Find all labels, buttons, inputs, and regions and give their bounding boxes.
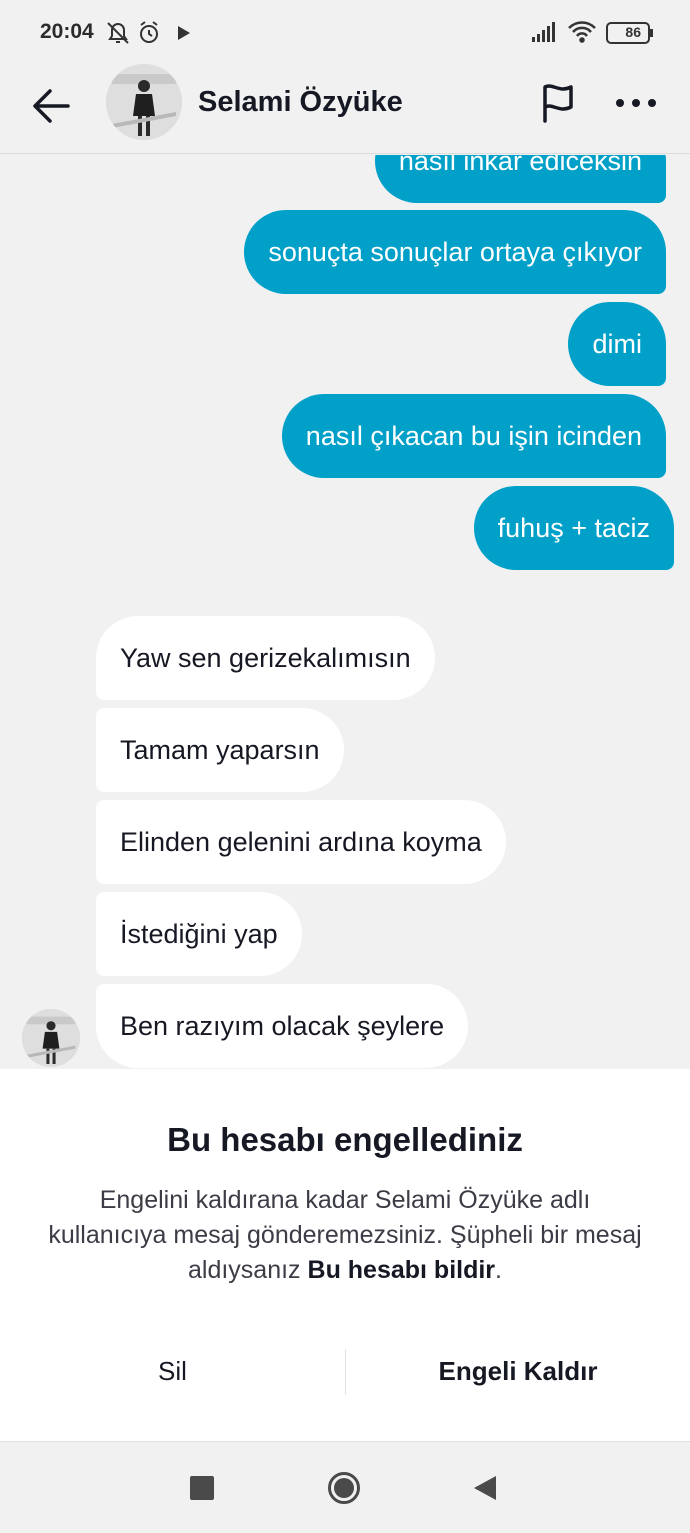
avatar-image bbox=[106, 64, 182, 140]
back-arrow-icon[interactable] bbox=[30, 84, 74, 128]
status-bar: 20:04 86 bbox=[0, 0, 690, 64]
sender-avatar-image bbox=[22, 1009, 80, 1067]
blocked-panel: Bu hesabı engellediniz Engelini kaldıran… bbox=[0, 1069, 690, 1441]
battery-level: 86 bbox=[625, 24, 641, 40]
message-outgoing[interactable]: fuhuş + taciz bbox=[473, 486, 674, 570]
report-account-link[interactable]: Bu hesabı bildir bbox=[308, 1256, 496, 1284]
message-incoming[interactable]: İstediğini yap bbox=[96, 892, 302, 976]
chat-header: Selami Özyüke bbox=[0, 64, 690, 154]
status-left-icons bbox=[107, 21, 190, 44]
play-store-icon bbox=[178, 26, 190, 40]
nav-back-icon[interactable] bbox=[472, 1474, 498, 1502]
signal-icon bbox=[532, 22, 555, 42]
more-icon[interactable] bbox=[614, 90, 658, 116]
unblock-button[interactable]: Engeli Kaldır bbox=[346, 1341, 690, 1401]
message-outgoing[interactable]: dimi bbox=[568, 302, 666, 386]
delete-button[interactable]: Sil bbox=[0, 1341, 345, 1401]
blocked-description: Engelini kaldırana kadar Selami Özyüke a… bbox=[40, 1183, 650, 1288]
status-time: 20:04 bbox=[40, 20, 94, 43]
contact-name[interactable]: Selami Özyüke bbox=[198, 86, 403, 119]
message-incoming[interactable]: Yaw sen gerizekalımısın bbox=[96, 616, 435, 700]
message-incoming[interactable]: Tamam yaparsın bbox=[96, 708, 344, 792]
message-outgoing[interactable]: nasıl çıkacan bu işin icinden bbox=[281, 394, 666, 478]
message-incoming[interactable]: Ben razıyım olacak şeylere bbox=[96, 984, 469, 1068]
message-outgoing[interactable]: nasıl inkar ediceksin bbox=[374, 155, 666, 203]
message-list[interactable]: nasıl inkar ediceksin sonuçta sonuçlar o… bbox=[0, 155, 690, 1069]
bell-off-icon bbox=[107, 22, 129, 44]
alarm-icon bbox=[140, 21, 158, 43]
sender-avatar[interactable] bbox=[22, 1009, 80, 1067]
blocked-actions: Sil Engeli Kaldır bbox=[0, 1341, 690, 1401]
wifi-icon bbox=[568, 21, 596, 43]
blocked-description-end: . bbox=[495, 1256, 502, 1284]
message-outgoing[interactable]: sonuçta sonuçlar ortaya çıkıyor bbox=[244, 210, 666, 294]
home-icon[interactable] bbox=[327, 1471, 361, 1505]
contact-avatar[interactable] bbox=[106, 64, 182, 140]
recents-icon[interactable] bbox=[190, 1476, 214, 1500]
blocked-title: Bu hesabı engellediniz bbox=[167, 1121, 523, 1158]
system-nav-bar bbox=[0, 1441, 690, 1533]
message-incoming[interactable]: Elinden gelenini ardına koyma bbox=[96, 800, 506, 884]
flag-icon[interactable] bbox=[537, 81, 581, 125]
